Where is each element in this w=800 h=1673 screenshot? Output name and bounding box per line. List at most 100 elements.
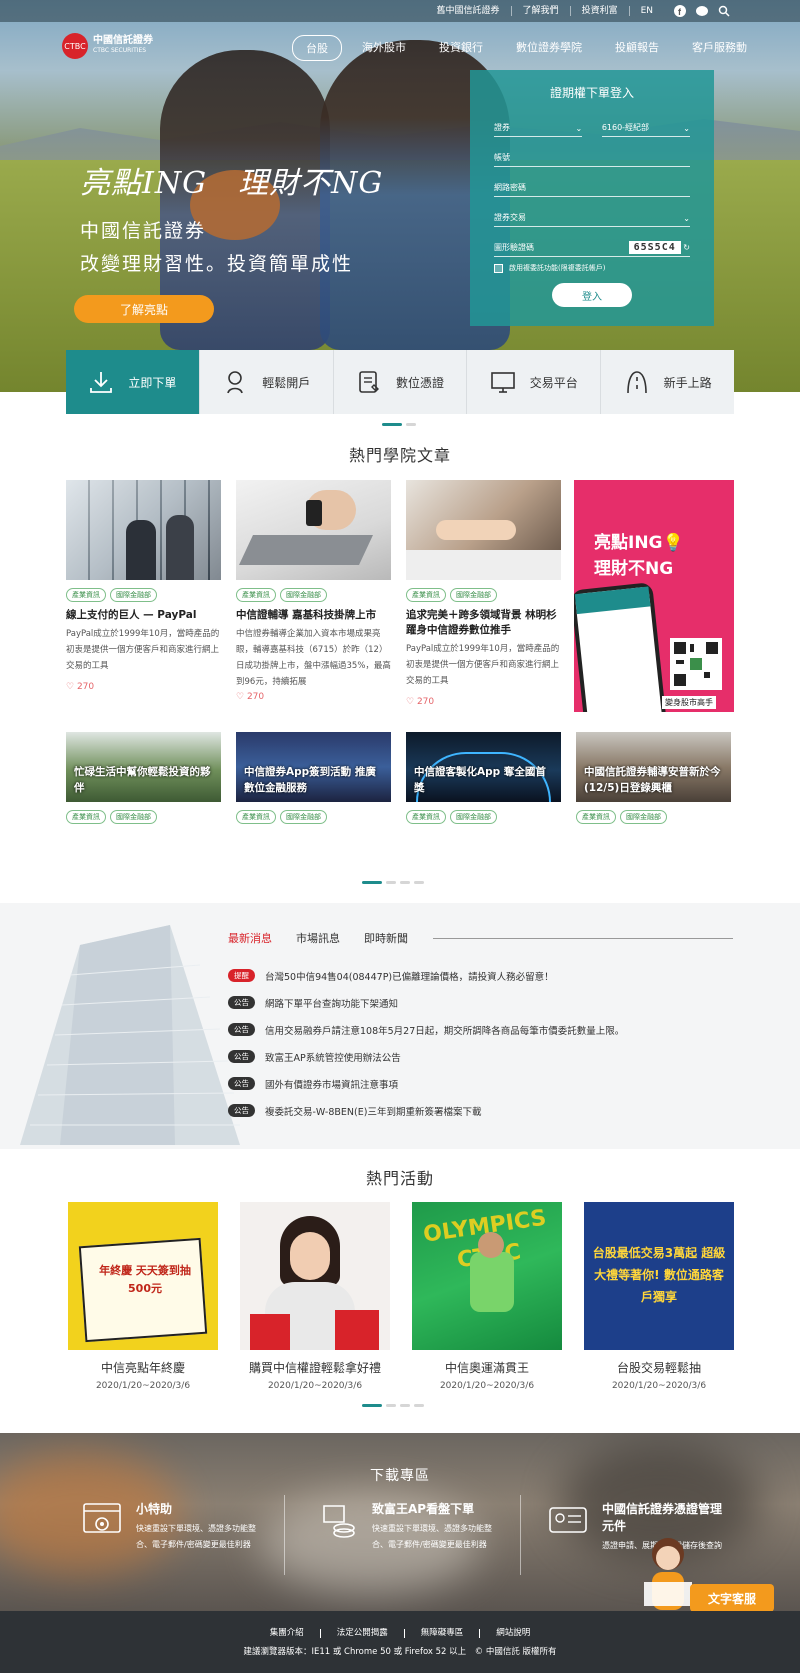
news-item[interactable]: 公告 網路下單平台查詢功能下架通知 (228, 989, 624, 1016)
search-icon[interactable] (718, 5, 730, 17)
divider (433, 938, 733, 939)
tag-intl[interactable]: 國際金融部 (450, 588, 497, 602)
pager-dot[interactable] (414, 1404, 424, 1407)
captcha-label: 圖形驗證碼 (494, 243, 534, 252)
broker-select[interactable]: 證券 ⌄ (494, 115, 583, 137)
pager-dot[interactable] (386, 881, 396, 884)
nav-item-overseas[interactable]: 海外股市 (349, 35, 419, 61)
customer-service-avatar[interactable] (640, 1532, 696, 1610)
article-title[interactable]: 中信證輔導 嘉基科技掛牌上市 (236, 608, 391, 623)
mini-article-card[interactable]: 忙碌生活中幫你輕鬆投資的夥伴 產業資訊 國際金融部 (66, 732, 221, 824)
event-date: 2020/1/20~2020/3/6 (267, 1381, 363, 1391)
certificate-icon (356, 369, 382, 395)
tag-industry[interactable]: 產業資訊 (236, 588, 276, 602)
promo-banner[interactable]: 亮點ING💡 理財不NG 變身股市高手 (574, 480, 734, 712)
event-card[interactable]: OLYMPICS CTBC 中信奧運滿貫王 2020/1/20~2020/3/6 (412, 1202, 562, 1391)
event-card[interactable]: 年終慶 天天簽到抽500元 中信亮點年終慶 2020/1/20~2020/3/6 (68, 1202, 218, 1391)
tag-industry[interactable]: 產業資訊 (236, 810, 276, 824)
pager-dot[interactable] (386, 1404, 396, 1407)
news-item[interactable]: 公告 複委託交易-W-8BEN(E)三年到期重新簽署檔案下載 (228, 1097, 624, 1124)
quick-link-beginner[interactable]: 新手上路 (601, 350, 734, 414)
article-title[interactable]: 追求完美＋跨多領域背景 林明杉躍身中信證券數位推手 (406, 608, 561, 638)
topbar-link-en[interactable]: EN (630, 6, 664, 16)
facebook-icon[interactable]: f (674, 5, 686, 17)
quick-link-certificate[interactable]: 數位憑證 (334, 350, 468, 414)
quick-link-open-account[interactable]: 輕鬆開戶 (200, 350, 334, 414)
article-card[interactable]: 產業資訊 國際金融部 線上支付的巨人 — PayPal PayPal成立於199… (66, 480, 221, 692)
footer-link-group[interactable]: 集團介紹 (254, 1629, 321, 1638)
tag-industry[interactable]: 產業資訊 (576, 810, 616, 824)
hero-carousel-pager[interactable] (382, 423, 416, 426)
brand-logo[interactable]: CTBC 中國信託證券 CTBC SECURITIES (62, 33, 153, 59)
tag-intl[interactable]: 國際金融部 (110, 588, 157, 602)
quick-link-platform[interactable]: 交易平台 (467, 350, 602, 414)
tag-industry[interactable]: 產業資訊 (406, 810, 446, 824)
learn-more-button[interactable]: 了解亮點 (74, 295, 214, 323)
pager-dot[interactable] (382, 423, 402, 426)
tag-intl[interactable]: 國際金融部 (280, 588, 327, 602)
tag-intl[interactable]: 國際金融部 (110, 810, 157, 824)
mini-article-card[interactable]: 中信證客製化App 奪全國首獎 產業資訊 國際金融部 (406, 732, 561, 824)
article-title[interactable]: 線上支付的巨人 — PayPal (66, 608, 221, 623)
nav-item-tw-stock[interactable]: 台股 (292, 35, 342, 61)
pager-dot[interactable] (414, 881, 424, 884)
line-icon[interactable] (696, 5, 708, 17)
chevron-down-icon: ⌄ (575, 124, 583, 133)
pager-dot[interactable] (362, 881, 382, 884)
pager-dot[interactable] (400, 1404, 410, 1407)
footer-link-help[interactable]: 網站說明 (480, 1629, 546, 1638)
tag-industry[interactable]: 產業資訊 (66, 588, 106, 602)
pager-dot[interactable] (406, 423, 416, 426)
topbar-link-old-site[interactable]: 舊中國信託證券 (426, 6, 512, 16)
footer-link-accessibility[interactable]: 無障礙專區 (405, 1629, 481, 1638)
quick-link-order[interactable]: 立即下單 (66, 350, 200, 414)
mini-article-card[interactable]: 中信證券App簽到活動 推廣數位金融服務 產業資訊 國際金融部 (236, 732, 391, 824)
tag-industry[interactable]: 產業資訊 (406, 588, 446, 602)
mini-article-title: 忙碌生活中幫你輕鬆投資的夥伴 (74, 766, 211, 794)
article-card[interactable]: 產業資訊 國際金融部 追求完美＋跨多領域背景 林明杉躍身中信證券數位推手 Pay… (406, 480, 561, 707)
news-item[interactable]: 提醒 台灣50中信94售04(08447P)已偏離理論價格，請投資人務必留意！ (228, 962, 624, 989)
captcha-field[interactable]: 圖形驗證碼 65S5C4 ↻ (494, 235, 690, 257)
tab-market[interactable]: 市場訊息 (296, 930, 340, 946)
tab-latest[interactable]: 最新消息 (228, 930, 272, 946)
like-count[interactable]: ♡ 270 (406, 697, 561, 707)
tag-intl[interactable]: 國際金融部 (450, 810, 497, 824)
branch-select[interactable]: 6160-經紀部 ⌄ (601, 115, 690, 137)
refresh-icon[interactable]: ↻ (683, 243, 690, 252)
events-pager[interactable] (362, 1404, 424, 1407)
tag-intl[interactable]: 國際金融部 (620, 810, 667, 824)
event-card[interactable]: 購買中信權證輕鬆拿好禮 2020/1/20~2020/3/6 (240, 1202, 390, 1391)
login-button[interactable]: 登入 (552, 283, 632, 307)
news-item[interactable]: 公告 信用交易融券戶請注意108年5月27日起，期交所調降各商品每筆市價委託數量上… (228, 1016, 624, 1043)
account-field[interactable]: 帳號 (494, 145, 690, 167)
pager-dot[interactable] (362, 1404, 382, 1407)
download-item[interactable]: 小特助 快速重設下單環境、憑證多功能整合、電子郵件/密碼變更最佳利器 (82, 1500, 256, 1553)
password-field[interactable]: 網路密碼 (494, 175, 690, 197)
topbar-link-about[interactable]: 了解我們 (512, 6, 571, 16)
mini-article-card[interactable]: 中國信託證券輔導安普新於今(12/5)日登錄興櫃 產業資訊 國際金融部 (576, 732, 731, 824)
article-card[interactable]: 產業資訊 國際金融部 中信證輔導 嘉基科技掛牌上市 中信證券輔導企業加入資本市場… (236, 480, 391, 702)
nav-item-academy[interactable]: 數位證券學院 (503, 35, 595, 61)
event-name: 中信亮點年終慶 (100, 1361, 185, 1375)
news-badge: 提醒 (228, 969, 255, 982)
nav-item-service[interactable]: 客戶服務動 (679, 35, 760, 61)
checkbox[interactable] (494, 263, 503, 273)
sub-brokerage-checkbox[interactable]: 啟用複委託功能(限複委託帳戶) (494, 263, 690, 273)
pager-dot[interactable] (400, 881, 410, 884)
tag-intl[interactable]: 國際金融部 (280, 810, 327, 824)
topbar-link-invest[interactable]: 投資利富 (571, 6, 630, 16)
news-item[interactable]: 公告 國外有價證券市場資訊注意事項 (228, 1070, 624, 1097)
tag-industry[interactable]: 產業資訊 (66, 810, 106, 824)
like-count[interactable]: ♡ 270 (66, 682, 221, 692)
nav-item-ib[interactable]: 投資銀行 (426, 35, 496, 61)
trade-type-select[interactable]: 證券交易 ⌄ (494, 205, 690, 227)
event-card[interactable]: 台股最低交易3萬起 超級大禮等著你! 數位通路客戶獨享 台股交易輕鬆抽 2020… (584, 1202, 734, 1391)
like-count[interactable]: ♡ 270 (236, 692, 391, 702)
download-item[interactable]: 致富王AP看盤下單 快速重設下單環境、憑證多功能整合、電子郵件/密碼變更最佳利器 (318, 1500, 492, 1553)
footer-link-disclosure[interactable]: 法定公開揭露 (321, 1629, 405, 1638)
nav-item-report[interactable]: 投顧報告 (602, 35, 672, 61)
academy-pager[interactable] (362, 881, 424, 884)
news-item[interactable]: 公告 致富王AP系統管控使用辦法公告 (228, 1043, 624, 1070)
tab-realtime[interactable]: 即時新聞 (364, 930, 408, 946)
chat-service-button[interactable]: 文字客服 (690, 1584, 774, 1612)
